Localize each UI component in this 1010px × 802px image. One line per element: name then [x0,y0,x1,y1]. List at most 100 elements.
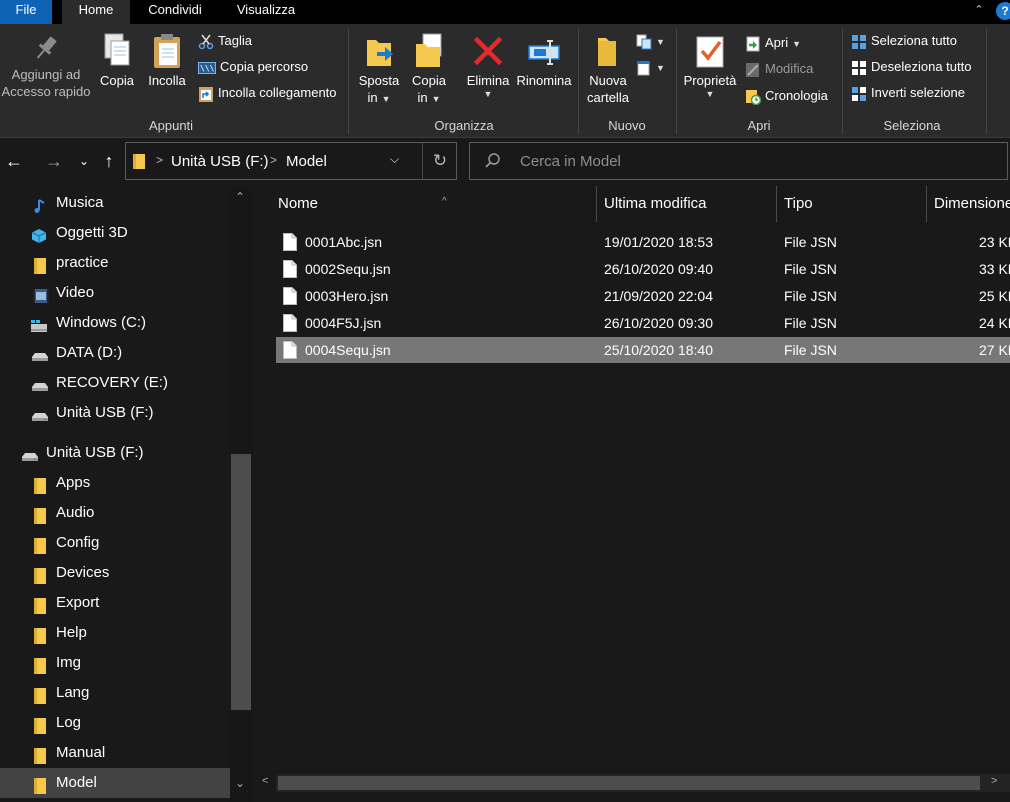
horizontal-scrollbar[interactable]: < > [256,772,1010,802]
pin-quick-access-button[interactable]: Aggiungi ad Accesso rapido [0,28,92,100]
select-all-button[interactable]: Seleziona tutto [851,30,957,52]
sidebar-item-label: Video [56,284,95,301]
new-folder-button[interactable]: Nuova cartella [584,28,632,106]
sidebar-item-log[interactable]: Log [0,708,230,738]
select-all-label: Seleziona tutto [871,33,958,48]
easy-access-icon [637,60,650,76]
properties-button[interactable]: Proprietà ▼ [680,28,740,99]
sidebar-item-export[interactable]: Export [0,588,230,618]
column-header-name[interactable]: Nome ^ [270,186,596,222]
file-modified: 21/09/2020 22:04 [604,288,713,304]
svg-text:\\\: \\\ [200,64,215,73]
easy-access-button[interactable]: ▼ [636,56,665,78]
scrollbar-thumb[interactable] [278,776,980,790]
rename-button[interactable]: Rinomina [514,28,574,89]
file-row[interactable]: 0001Abc.jsn 19/01/2020 18:53 File JSN 23 KB [276,229,1010,255]
file-row[interactable]: 0004F5J.jsn 26/10/2020 09:30 File JSN 24 KB [276,310,1010,336]
up-arrow-icon[interactable]: ↑ [98,150,120,172]
paste-shortcut-icon [199,86,213,102]
open-button[interactable]: Apri ▼ [745,32,801,54]
copy-to-button[interactable]: Copia in ▼ [406,28,452,106]
breadcrumb-current-folder[interactable]: Model [286,153,327,170]
column-header-type[interactable]: Tipo [776,186,926,222]
select-none-label: Deseleziona tutto [871,59,972,74]
sidebar-item-windows-c[interactable]: Windows (C:) [0,308,230,338]
scroll-right-icon[interactable]: > [991,775,997,787]
sidebar-item-manual[interactable]: Manual [0,738,230,768]
sidebar-item-lang[interactable]: Lang [0,678,230,708]
forward-arrow-icon[interactable]: → [43,150,65,172]
breadcrumb-usb-drive[interactable]: Unità USB (F:) [171,153,269,170]
scroll-down-icon[interactable]: ⌄ [235,776,245,790]
file-size: 24 KB [979,315,1010,331]
sidebar-item-label: Export [56,594,100,611]
column-header-size[interactable]: Dimensione [926,186,1010,222]
sidebar-item-musica[interactable]: Musica [0,188,230,218]
back-arrow-icon[interactable]: ← [3,150,25,172]
copy-path-icon: \\\ [198,61,216,74]
sidebar-item-help[interactable]: Help [0,618,230,648]
sidebar-item-practice[interactable]: practice [0,248,230,278]
file-name: 0003Hero.jsn [305,288,389,304]
navigation-pane-scrollbar[interactable]: ⌃ ⌄ [230,186,254,802]
new-item-button[interactable]: ▼ [636,30,665,52]
sidebar-item-img[interactable]: Img [0,648,230,678]
history-icon [746,89,761,105]
sidebar-item-apps[interactable]: Apps [0,468,230,498]
breadcrumb-chevron-icon[interactable]: > [270,153,277,167]
file-row[interactable]: 0004Sequ.jsn 25/10/2020 18:40 File JSN 27 K… [276,337,1010,363]
sidebar-item-label: Log [56,714,82,731]
copy-button[interactable]: Copia [96,28,138,89]
sidebar-item-oggetti-3d[interactable]: Oggetti 3D [0,218,230,248]
paste-shortcut-button[interactable]: Incolla collegamento [198,82,337,104]
group-new-label: Nuovo [608,118,646,133]
file-row[interactable]: 0003Hero.jsn 21/09/2020 22:04 File JSN 25 K… [276,283,1010,309]
pin-label-1: Aggiungi ad [11,67,81,82]
file-type: File JSN [784,234,837,250]
sidebar-item-model[interactable]: Model [0,768,230,798]
select-none-button[interactable]: Deseleziona tutto [851,56,971,78]
delete-button[interactable]: Elimina ▼ [462,28,514,99]
cut-button[interactable]: Taglia [198,30,252,52]
file-modified: 26/10/2020 09:30 [604,315,713,331]
sidebar-item-config[interactable]: Config [0,528,230,558]
edit-button[interactable]: Modifica [745,58,813,80]
sidebar-item-audio[interactable]: Audio [0,498,230,528]
sidebar-item-label: Manual [56,744,106,761]
cut-label: Taglia [218,33,252,48]
collapse-ribbon-icon[interactable]: ⌃ [972,3,986,17]
address-bar[interactable]: > Unità USB (F:) > Model ⌵ ↻ [125,142,457,180]
copy-path-button[interactable]: \\\ Copia percorso [198,56,308,78]
sidebar-item-unit-usb-f[interactable]: Unità USB (F:) [0,398,230,428]
tab-home[interactable]: Home [62,0,130,24]
tab-share[interactable]: Condividi [136,0,214,24]
history-button[interactable]: Cronologia [745,85,828,107]
tab-view[interactable]: Visualizza [226,0,306,24]
move-to-button[interactable]: Sposta in ▼ [354,28,404,106]
sidebar-item-label: DATA (D:) [56,344,123,361]
sidebar-item-devices[interactable]: Devices [0,558,230,588]
recent-locations-chevron-icon[interactable]: ⌄ [73,150,95,172]
sidebar-item-label: Devices [56,564,110,581]
sidebar-item-unit-usb-f[interactable]: Unità USB (F:) [0,438,230,468]
help-button[interactable]: ? [996,2,1010,20]
breadcrumb-chevron-icon[interactable]: > [156,153,163,167]
search-box[interactable]: Cerca in Model [469,142,1008,180]
tab-file[interactable]: File [0,0,52,24]
file-row[interactable]: 0002Sequ.jsn 26/10/2020 09:40 File JSN 33 K… [276,256,1010,282]
scroll-left-icon[interactable]: < [262,775,268,787]
sidebar-item-data-d[interactable]: DATA (D:) [0,338,230,368]
file-name: 0001Abc.jsn [305,234,383,250]
refresh-icon[interactable]: ↻ [422,143,457,179]
column-header-modified[interactable]: Ultima modifica [596,186,776,222]
scrollbar-thumb[interactable] [231,454,251,710]
sidebar-item-label: Help [56,624,87,641]
invert-selection-button[interactable]: Inverti selezione [851,82,965,104]
file-type: File JSN [784,315,837,331]
sidebar-item-video[interactable]: Video [0,278,230,308]
paste-button[interactable]: Incolla [144,28,190,89]
sidebar-item-recovery-e[interactable]: RECOVERY (E:) [0,368,230,398]
open-label: Apri [765,35,789,50]
scroll-up-icon[interactable]: ⌃ [235,190,245,204]
address-history-chevron-icon[interactable]: ⌵ [390,152,399,167]
